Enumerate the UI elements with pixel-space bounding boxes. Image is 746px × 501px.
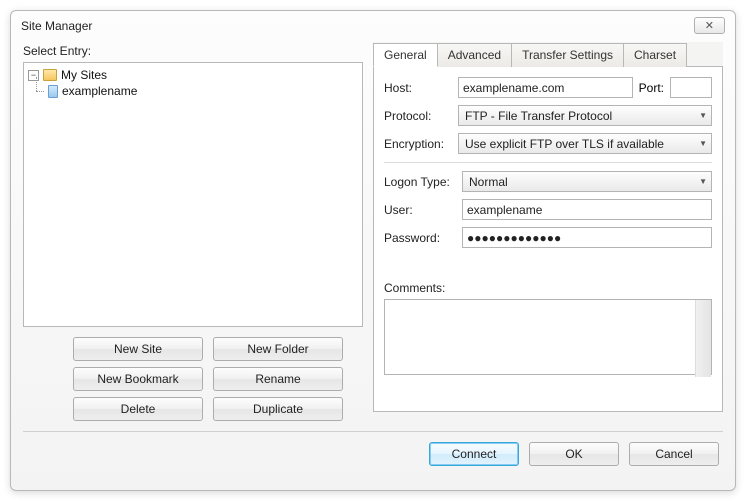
protocol-select[interactable]: FTP - File Transfer Protocol ▼ bbox=[458, 105, 712, 126]
comments-wrap bbox=[384, 299, 712, 378]
user-label: User: bbox=[384, 203, 456, 217]
folder-icon bbox=[43, 69, 57, 81]
host-input[interactable] bbox=[458, 77, 633, 98]
logon-type-value: Normal bbox=[469, 175, 508, 189]
host-row: Host: Port: bbox=[384, 77, 712, 98]
password-label: Password: bbox=[384, 231, 456, 245]
protocol-label: Protocol: bbox=[384, 109, 452, 123]
titlebar: Site Manager ✕ bbox=[11, 11, 735, 34]
tab-transfer-settings[interactable]: Transfer Settings bbox=[511, 43, 624, 67]
scrollbar[interactable] bbox=[695, 300, 711, 377]
cancel-button[interactable]: Cancel bbox=[629, 442, 719, 466]
tab-charset[interactable]: Charset bbox=[623, 43, 687, 67]
window-title: Site Manager bbox=[21, 19, 92, 33]
left-panel: Select Entry: − My Sites examplename New… bbox=[23, 42, 363, 421]
logon-row: Logon Type: Normal ▼ bbox=[384, 171, 712, 192]
protocol-value: FTP - File Transfer Protocol bbox=[465, 109, 612, 123]
port-label: Port: bbox=[639, 81, 664, 95]
protocol-row: Protocol: FTP - File Transfer Protocol ▼ bbox=[384, 105, 712, 126]
ok-button[interactable]: OK bbox=[529, 442, 619, 466]
tree-site-label: examplename bbox=[62, 84, 137, 98]
chevron-down-icon: ▼ bbox=[699, 177, 707, 186]
comments-textarea[interactable] bbox=[384, 299, 712, 375]
encryption-label: Encryption: bbox=[384, 137, 452, 151]
user-row: User: bbox=[384, 199, 712, 220]
tree-root-label: My Sites bbox=[61, 68, 107, 82]
logon-type-label: Logon Type: bbox=[384, 175, 456, 189]
footer: Connect OK Cancel bbox=[11, 432, 735, 478]
site-buttons: New Site New Folder New Bookmark Rename … bbox=[73, 337, 343, 421]
content-area: Select Entry: − My Sites examplename New… bbox=[11, 34, 735, 421]
password-row: Password: bbox=[384, 227, 712, 248]
encryption-value: Use explicit FTP over TLS if available bbox=[465, 137, 664, 151]
password-input[interactable] bbox=[462, 227, 712, 248]
chevron-down-icon: ▼ bbox=[699, 111, 707, 120]
new-bookmark-button[interactable]: New Bookmark bbox=[73, 367, 203, 391]
rename-button[interactable]: Rename bbox=[213, 367, 343, 391]
new-site-button[interactable]: New Site bbox=[73, 337, 203, 361]
tab-content: Host: Port: Protocol: FTP - File Transfe… bbox=[373, 67, 723, 412]
new-folder-button[interactable]: New Folder bbox=[213, 337, 343, 361]
delete-button[interactable]: Delete bbox=[73, 397, 203, 421]
tab-advanced[interactable]: Advanced bbox=[437, 43, 512, 67]
spacer bbox=[384, 255, 712, 279]
encryption-row: Encryption: Use explicit FTP over TLS if… bbox=[384, 133, 712, 154]
chevron-down-icon: ▼ bbox=[699, 139, 707, 148]
select-entry-label: Select Entry: bbox=[23, 44, 363, 58]
tab-general[interactable]: General bbox=[373, 43, 438, 67]
site-icon bbox=[48, 85, 58, 98]
tree-site-node[interactable]: examplename bbox=[28, 83, 358, 99]
connect-button[interactable]: Connect bbox=[429, 442, 519, 466]
encryption-select[interactable]: Use explicit FTP over TLS if available ▼ bbox=[458, 133, 712, 154]
comments-label: Comments: bbox=[384, 281, 712, 295]
tree-root-node[interactable]: − My Sites bbox=[28, 67, 358, 83]
logon-type-select[interactable]: Normal ▼ bbox=[462, 171, 712, 192]
port-input[interactable] bbox=[670, 77, 712, 98]
sites-tree[interactable]: − My Sites examplename bbox=[23, 62, 363, 327]
site-manager-window: Site Manager ✕ Select Entry: − My Sites … bbox=[10, 10, 736, 491]
close-button[interactable]: ✕ bbox=[694, 17, 725, 34]
right-panel: General Advanced Transfer Settings Chars… bbox=[373, 42, 723, 421]
user-input[interactable] bbox=[462, 199, 712, 220]
tab-bar: General Advanced Transfer Settings Chars… bbox=[373, 42, 723, 67]
host-label: Host: bbox=[384, 81, 452, 95]
duplicate-button[interactable]: Duplicate bbox=[213, 397, 343, 421]
divider bbox=[384, 162, 712, 163]
